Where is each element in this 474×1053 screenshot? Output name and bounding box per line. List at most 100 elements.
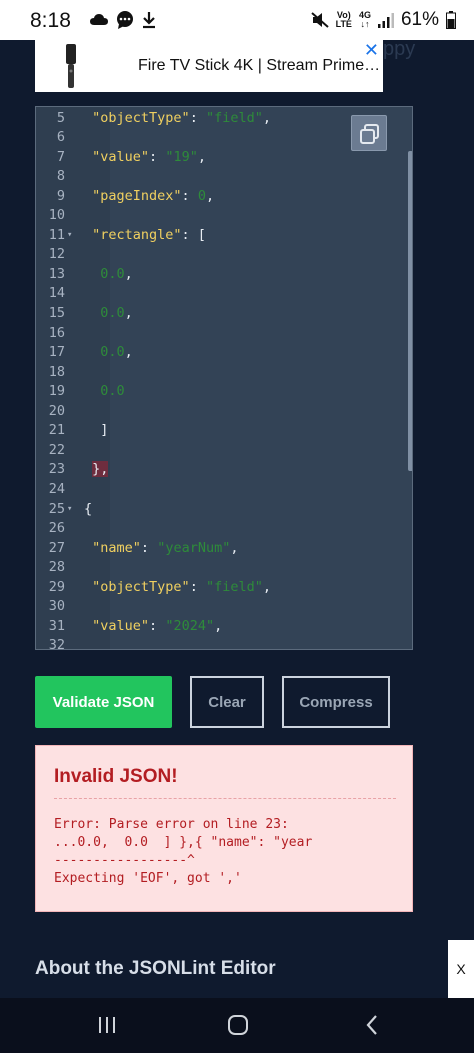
code-text: "pageIndex": 0, — [84, 187, 214, 207]
code-text: 0.0 — [84, 382, 125, 402]
chat-bubble-icon — [117, 11, 133, 29]
line-number: 23 — [48, 461, 65, 478]
line-number: 28 — [48, 559, 65, 576]
line-number: 5 — [56, 109, 65, 126]
line-number: 26 — [48, 520, 65, 537]
code-token: 0.0 — [100, 305, 125, 321]
code-line: 17 0.0, — [36, 343, 410, 363]
line-number: 25 — [48, 500, 65, 517]
code-token: : — [140, 539, 158, 556]
line-number: 22 — [48, 441, 65, 458]
battery-icon — [446, 11, 456, 29]
code-text: "value": "19", — [84, 148, 206, 168]
code-token: : — [149, 148, 166, 165]
code-line: 16 — [36, 324, 410, 344]
code-text: 0.0, — [84, 265, 133, 285]
code-token: "field" — [205, 109, 263, 126]
line-number: 18 — [48, 363, 65, 380]
copy-button[interactable] — [351, 115, 387, 151]
code-token: , — [197, 148, 206, 165]
code-token: "rectangle" — [92, 226, 182, 243]
result-title: Invalid JSON! — [54, 766, 178, 787]
line-number: 19 — [48, 383, 65, 400]
code-token: 0.0 — [100, 383, 125, 400]
code-token: : — [189, 578, 206, 595]
error-message: Error: Parse error on line 23: ...0.0, 0… — [54, 817, 313, 886]
line-number: 11 — [48, 226, 65, 243]
line-number: 10 — [48, 207, 65, 224]
code-token: "name" — [92, 539, 141, 556]
ad-text: Fire TV Stick 4K | Stream Prime… — [138, 57, 381, 74]
copy-icon — [360, 124, 379, 144]
code-text: "value": "2024", — [84, 617, 222, 637]
code-token: : — [181, 187, 198, 204]
code-token: { — [84, 500, 93, 517]
home-button[interactable] — [218, 1010, 258, 1040]
signal-icon — [377, 13, 394, 28]
code-token: "pageIndex" — [92, 187, 182, 204]
recents-icon — [99, 1017, 115, 1033]
recents-button[interactable] — [87, 1010, 127, 1040]
fold-toggle-icon[interactable]: ▾ — [67, 226, 72, 246]
line-number: 15 — [48, 305, 65, 321]
code-line: 22 — [36, 441, 410, 461]
code-token: : — [149, 617, 166, 634]
code-token: 0 — [197, 187, 206, 204]
code-token: ] — [84, 422, 109, 439]
code-text: 0.0, — [84, 304, 133, 324]
side-close-tab[interactable]: X — [448, 940, 474, 998]
code-line: 12 — [36, 245, 410, 265]
line-number: 30 — [48, 598, 65, 615]
code-line: 31 "value": "2024", — [36, 617, 410, 637]
volte-indicator: Vo) LTE — [335, 10, 352, 29]
compress-button[interactable]: Compress — [282, 676, 390, 728]
code-line: 21 ] — [36, 421, 410, 441]
line-number: 27 — [48, 539, 65, 556]
code-token: : [ — [181, 226, 206, 243]
about-heading: About the JSONLint Editor — [35, 958, 276, 979]
code-token: "value" — [92, 617, 150, 634]
code-line: 30 — [36, 597, 410, 617]
code-text: 0.0, — [84, 343, 133, 363]
editor-scrollbar[interactable] — [408, 151, 412, 471]
back-button[interactable] — [352, 1010, 392, 1040]
line-number: 16 — [48, 324, 65, 341]
line-number: 14 — [48, 285, 65, 302]
code-text: "rectangle": [ — [84, 226, 206, 246]
code-token: "19" — [165, 148, 198, 165]
line-number: 29 — [48, 578, 65, 595]
system-nav-bar — [0, 998, 474, 1053]
status-bar: 8:18 Vo) LTE 4G ↓↑ 61% — [0, 0, 474, 40]
code-line: 19 0.0 — [36, 382, 410, 402]
ad-close-button[interactable]: ✕ — [364, 40, 379, 61]
error-highlight: }, — [92, 461, 109, 478]
home-icon — [228, 1015, 248, 1035]
code-line: 13 0.0, — [36, 265, 410, 285]
fold-toggle-icon[interactable]: ▾ — [67, 500, 72, 520]
code-line: 25 ▾ { — [36, 500, 410, 520]
clear-button[interactable]: Clear — [190, 676, 264, 728]
code-line: 29 "objectType": "field", — [36, 578, 410, 598]
json-editor[interactable]: 5 "objectType": "field", 6 7 "value": "19"… — [35, 106, 413, 650]
code-text: { — [84, 500, 92, 520]
code-text: "name": "yearNum", — [84, 539, 238, 559]
network-type-indicator: 4G ↓↑ — [358, 10, 371, 29]
code-line: 26 — [36, 519, 410, 539]
back-icon — [366, 1015, 377, 1035]
validate-json-button[interactable]: Validate JSON — [35, 676, 172, 728]
code-line: 8 — [36, 167, 410, 187]
code-token: "field" — [205, 578, 263, 595]
code-text: ] — [84, 421, 108, 441]
code-token: , — [262, 578, 271, 595]
ad-banner[interactable]: Fire TV Stick 4K | Stream Prime… ✕ — [35, 40, 383, 92]
code-token: , — [205, 187, 215, 204]
